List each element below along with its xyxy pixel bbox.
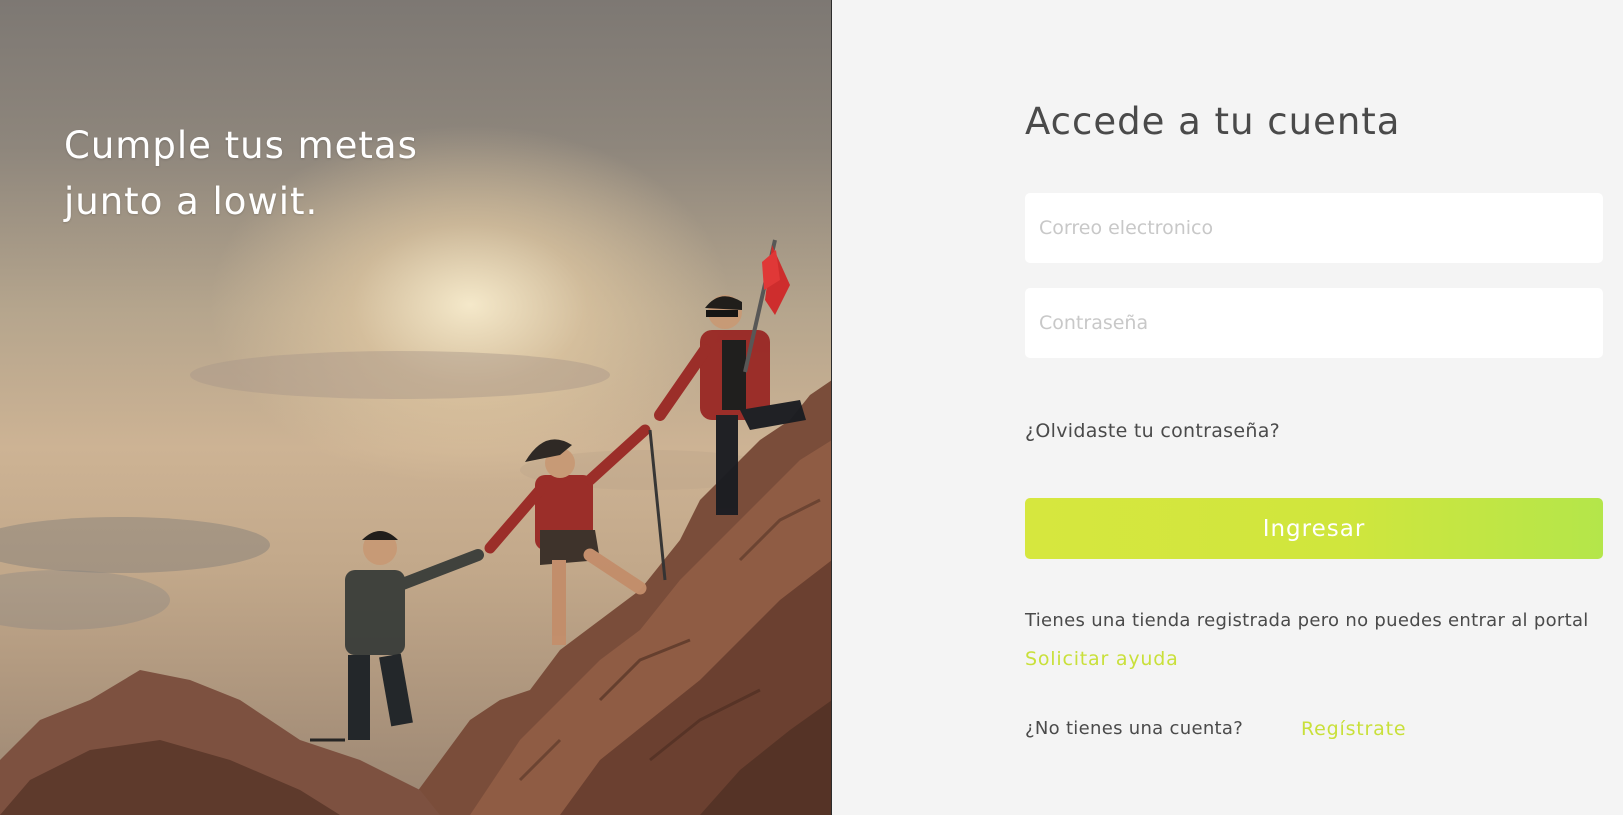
password-field[interactable] [1025,288,1603,358]
no-account-text: ¿No tienes una cuenta? [1025,718,1244,739]
request-help-link[interactable]: Solicitar ayuda [1025,648,1179,670]
hero-headline-line1: Cumple tus metas [64,124,418,167]
climber-bottom [310,531,484,742]
page-title: Accede a tu cuenta [1025,100,1401,143]
register-link[interactable]: Regístrate [1301,718,1406,740]
email-field[interactable] [1025,193,1603,263]
store-help-text: Tienes una tienda registrada pero no pue… [1025,610,1589,631]
hero-headline-line2: junto a lowit. [64,180,319,223]
login-button[interactable]: Ingresar [1025,498,1603,559]
hero-headline: Cumple tus metas junto a lowit. [64,118,484,230]
login-panel: Accede a tu cuenta ¿Olvidaste tu contras… [832,0,1623,815]
hero-panel: Cumple tus metas junto a lowit. [0,0,832,815]
forgot-password-link[interactable]: ¿Olvidaste tu contraseña? [1025,420,1280,442]
login-page: Cumple tus metas junto a lowit. Accede a… [0,0,1623,815]
